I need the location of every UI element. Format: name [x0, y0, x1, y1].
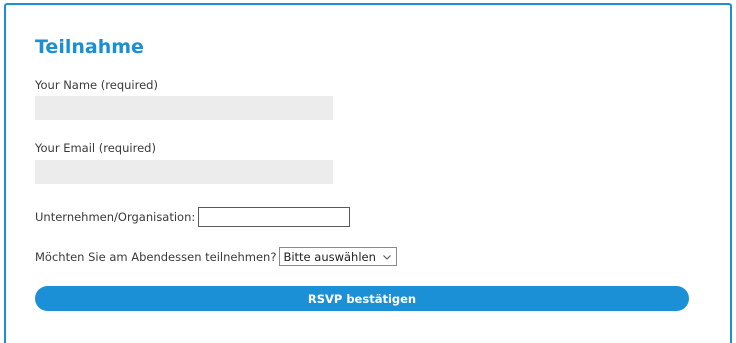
- name-field[interactable]: [35, 96, 333, 120]
- chevron-down-icon: [383, 254, 391, 260]
- email-field[interactable]: [35, 160, 333, 184]
- email-label: Your Email (required): [35, 141, 156, 155]
- organisation-input[interactable]: [198, 207, 351, 227]
- form-title: Teilnahme: [35, 36, 144, 58]
- rsvp-submit-button[interactable]: RSVP bestätigen: [35, 286, 689, 311]
- dinner-row: Möchten Sie am Abendessen teilnehmen? Bi…: [35, 247, 397, 266]
- rsvp-form-card: Teilnahme Your Name (required) Your Emai…: [4, 3, 732, 343]
- name-label: Your Name (required): [35, 78, 158, 92]
- organisation-row: Unternehmen/Organisation:: [35, 207, 351, 227]
- dinner-select[interactable]: Bitte auswählen: [279, 247, 397, 266]
- dinner-label: Möchten Sie am Abendessen teilnehmen?: [35, 249, 277, 264]
- organisation-label: Unternehmen/Organisation:: [35, 210, 196, 224]
- dinner-select-value: Bitte auswählen: [283, 249, 376, 264]
